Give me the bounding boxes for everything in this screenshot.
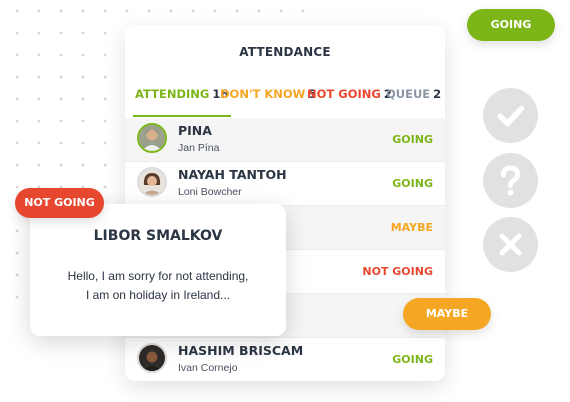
attendee-subname: Jan Pína bbox=[178, 142, 220, 154]
question-icon bbox=[501, 165, 521, 196]
avatar bbox=[137, 123, 167, 153]
mark-going-button[interactable] bbox=[483, 88, 538, 143]
attendee-subname: Ivan Cornejo bbox=[178, 362, 238, 374]
avatar bbox=[137, 343, 167, 373]
avatar bbox=[137, 167, 167, 197]
status-badge: GOING bbox=[392, 133, 433, 146]
status-badge: MAYBE bbox=[390, 221, 433, 234]
tab-dont-know-label: DON'T KNOW bbox=[220, 87, 306, 101]
popup-attendee-name: LIBOR SMALKOV bbox=[93, 228, 223, 244]
popup-message-line-2: I am on holiday in Ireland... bbox=[85, 288, 231, 302]
attendee-name: HASHIM BRISCAM bbox=[178, 343, 304, 358]
attendee-row[interactable]: PINA Jan Pína GOING bbox=[125, 118, 445, 162]
tab-queue-count: 2 bbox=[433, 87, 442, 101]
mark-maybe-button[interactable] bbox=[483, 153, 538, 208]
attendee-name: NAYAH TANTOH bbox=[178, 167, 287, 182]
popup-message-line-1: Hello, I am sorry for not attending, bbox=[67, 269, 249, 283]
tab-attending[interactable]: ATTENDING 16 bbox=[133, 87, 231, 117]
tab-not-going-label: NOT GOING bbox=[307, 87, 381, 101]
check-icon bbox=[497, 105, 525, 127]
card-title: ATTENDANCE bbox=[239, 45, 331, 59]
attendance-tabs: ATTENDING 16 DON'T KNOW 5 NOT GOING 2 QUEUE… bbox=[125, 87, 445, 117]
attendee-name: PINA bbox=[178, 123, 212, 138]
maybe-pill-button[interactable]: MAYBE bbox=[403, 298, 491, 330]
tab-queue-label: QUEUE bbox=[386, 87, 431, 101]
attendee-row[interactable]: HASHIM BRISCAM Ivan Cornejo GOING bbox=[125, 338, 445, 381]
tab-dont-know[interactable]: DON'T KNOW 5 bbox=[220, 87, 316, 117]
going-pill-button[interactable]: GOING bbox=[467, 9, 555, 41]
tab-not-going[interactable]: NOT GOING 2 bbox=[307, 87, 392, 117]
status-badge: NOT GOING bbox=[362, 265, 433, 278]
close-icon bbox=[499, 233, 522, 256]
attendee-message-popup: LIBOR SMALKOV Hello, I am sorry for not … bbox=[30, 204, 286, 336]
not-going-pill-button[interactable]: NOT GOING bbox=[15, 188, 104, 218]
attendee-row[interactable]: NAYAH TANTOH Loni Bowcher GOING bbox=[125, 162, 445, 206]
popup-message: Hello, I am sorry for not attending, I a… bbox=[30, 267, 286, 305]
status-badge: GOING bbox=[392, 353, 433, 366]
status-badge: GOING bbox=[392, 177, 433, 190]
attendee-subname: Loni Bowcher bbox=[178, 186, 242, 198]
mark-not-going-button[interactable] bbox=[483, 217, 538, 272]
tab-attending-label: ATTENDING bbox=[135, 87, 210, 101]
tab-queue[interactable]: QUEUE 2 bbox=[386, 87, 441, 117]
